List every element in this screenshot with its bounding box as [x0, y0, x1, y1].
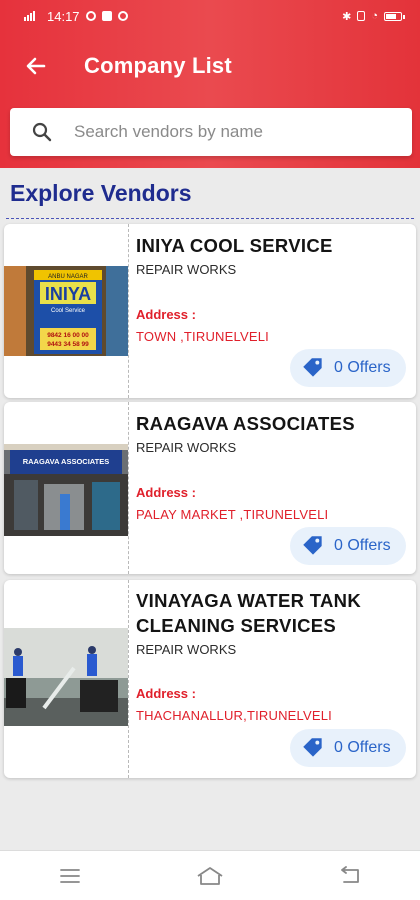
vendor-image: ANBU NAGAR INIYA Cool Service 9842 16 00… — [4, 266, 128, 356]
back-button[interactable] — [18, 48, 54, 84]
card-divider — [128, 580, 129, 778]
back-icon — [341, 865, 359, 883]
sign-text: Cool Service — [51, 308, 86, 314]
search-bar[interactable] — [10, 108, 412, 156]
offers-label: 0 Offers — [334, 359, 391, 376]
sign-text: INIYA — [45, 284, 91, 304]
vendor-category: REPAIR WORKS — [136, 440, 237, 455]
section-title: Explore Vendors — [10, 180, 192, 206]
sign-text: ANBU NAGAR — [48, 274, 88, 280]
youtube-icon — [101, 11, 112, 21]
section-divider — [6, 218, 414, 219]
offers-button[interactable]: 0 Offers — [290, 527, 406, 565]
address-value: TOWN ,TIRUNELVELI — [136, 329, 269, 344]
card-divider — [128, 402, 129, 574]
home-icon — [197, 866, 223, 885]
vendor-name: VINAYAGA WATER TANK CLEANING SERVICES — [136, 590, 361, 636]
address-label: Address : — [136, 686, 196, 701]
menu-icon — [60, 868, 80, 883]
card-divider — [128, 224, 129, 398]
battery-icon — [384, 11, 405, 21]
vibrate-icon — [357, 11, 366, 21]
notification-icon — [85, 11, 96, 21]
system-nav-bar — [0, 850, 420, 900]
home-button[interactable] — [190, 856, 230, 896]
status-bar: 14:17 ✱ ◔ — [0, 0, 420, 32]
menu-button[interactable] — [50, 856, 90, 896]
address-value: THACHANALLUR,TIRUNELVELI — [136, 708, 332, 723]
page-title: Company List — [84, 53, 232, 78]
search-icon — [32, 122, 52, 142]
vendor-name: INIYA COOL SERVICE — [136, 235, 333, 256]
vendor-name: RAAGAVA ASSOCIATES — [136, 413, 355, 434]
sign-text: 9842 16 00 00 — [47, 332, 89, 339]
wifi-icon: ◔ — [371, 10, 378, 22]
address-label: Address : — [136, 485, 196, 500]
back-nav-button[interactable] — [330, 856, 370, 896]
address-value: PALAY MARKET ,TIRUNELVELI — [136, 507, 329, 522]
whatsapp-icon — [117, 11, 128, 21]
vendor-category: REPAIR WORKS — [136, 262, 237, 277]
tag-icon — [303, 536, 322, 555]
tag-icon — [303, 738, 322, 757]
sign-text: 9443 34 58 99 — [47, 341, 89, 348]
signal-icon — [24, 11, 35, 21]
vendor-card[interactable]: RAAGAVA ASSOCIATES RAAGAVA ASSOCIATES RE… — [4, 402, 416, 574]
status-time: 14:17 — [47, 8, 80, 24]
arrow-left-icon — [26, 57, 46, 75]
vendor-image — [4, 628, 128, 726]
bluetooth-icon: ✱ — [342, 10, 352, 23]
vendor-category: REPAIR WORKS — [136, 642, 237, 657]
vendor-card[interactable]: VINAYAGA WATER TANK CLEANING SERVICES RE… — [4, 580, 416, 778]
offers-button[interactable]: 0 Offers — [290, 729, 406, 767]
vendor-image: RAAGAVA ASSOCIATES — [4, 444, 128, 536]
offers-label: 0 Offers — [334, 537, 391, 554]
vendor-card[interactable]: ANBU NAGAR INIYA Cool Service 9842 16 00… — [4, 224, 416, 398]
offers-label: 0 Offers — [334, 739, 391, 756]
tag-icon — [303, 358, 322, 377]
address-label: Address : — [136, 307, 196, 322]
offers-button[interactable]: 0 Offers — [290, 349, 406, 387]
search-input[interactable] — [74, 122, 394, 142]
app-header: 14:17 ✱ ◔ Company List — [0, 0, 420, 168]
sign-text: RAAGAVA ASSOCIATES — [23, 457, 110, 466]
